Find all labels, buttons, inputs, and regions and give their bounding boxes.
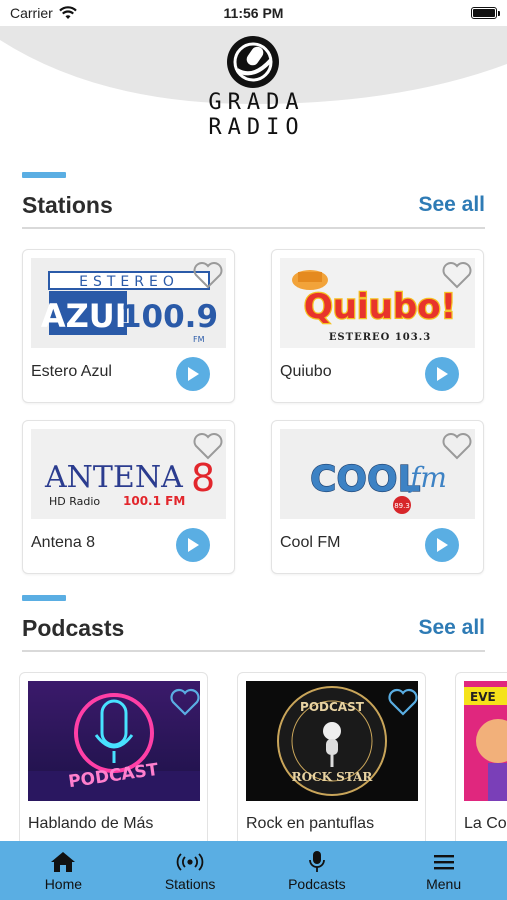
section-divider	[22, 227, 485, 229]
app-header: GRADA RADIO	[0, 26, 507, 158]
svg-text:ESTEREO: ESTEREO	[79, 274, 179, 290]
play-icon	[437, 538, 448, 552]
status-time: 11:56 PM	[223, 5, 284, 21]
stations-see-all-link[interactable]: See all	[418, 193, 485, 217]
podcasts-section-header: Podcasts See all	[22, 595, 485, 652]
stations-title: Stations	[22, 191, 113, 218]
svg-text:Quiubo!: Quiubo!	[304, 287, 456, 327]
section-divider	[22, 650, 485, 652]
svg-text:100.9: 100.9	[120, 299, 218, 335]
podcast-name: Rock en pantuflas	[246, 815, 375, 832]
svg-text:ROCK STAR: ROCK STAR	[292, 770, 374, 784]
nav-podcasts-label: Podcasts	[288, 875, 346, 892]
svg-text:COOL: COOL	[310, 459, 421, 500]
status-bar: Carrier 11:56 PM	[0, 0, 507, 26]
svg-text:89.3: 89.3	[394, 502, 410, 510]
svg-text:ANTENA: ANTENA	[44, 460, 183, 495]
station-name: Estero Azul	[31, 363, 112, 380]
svg-text:FM: FM	[193, 335, 205, 344]
svg-text:8: 8	[191, 456, 215, 500]
favorite-heart-icon[interactable]	[441, 431, 473, 461]
podcasts-see-all-link[interactable]: See all	[418, 616, 485, 640]
play-button[interactable]	[425, 357, 459, 391]
grada-radio-logo: GRADA RADIO	[0, 34, 507, 140]
svg-text:100.1 FM: 100.1 FM	[123, 494, 185, 508]
radio-waves-icon	[176, 852, 204, 871]
station-card-quiubo[interactable]: Quiubo! ESTEREO 103.3 Quiubo	[271, 249, 484, 403]
favorite-heart-icon[interactable]	[387, 687, 419, 717]
podcast-name: La Co	[464, 815, 507, 832]
podcast-card-rock-en-pantuflas[interactable]: PODCAST ROCK STAR Rock en pantuflas	[237, 672, 426, 847]
podcast-card-la-co[interactable]: EVE La Co	[455, 672, 507, 847]
hamburger-icon	[433, 854, 454, 869]
favorite-heart-icon[interactable]	[192, 431, 224, 461]
play-icon	[188, 538, 199, 552]
station-card-estero-azul[interactable]: ESTEREO AZUL 100.9 FM Estero Azul	[22, 249, 235, 403]
favorite-heart-icon[interactable]	[192, 260, 224, 290]
podcasts-title: Podcasts	[22, 614, 125, 641]
station-card-antena-8[interactable]: ANTENA 8 HD Radio 100.1 FM Antena 8	[22, 420, 235, 574]
svg-text:fm: fm	[408, 461, 447, 494]
microphone-icon	[308, 850, 325, 872]
station-name: Quiubo	[280, 363, 332, 380]
station-name: Antena 8	[31, 534, 96, 551]
play-button[interactable]	[176, 357, 210, 391]
nav-home[interactable]: Home	[8, 850, 118, 892]
podcast-name: Hablando de Más	[28, 815, 154, 832]
play-button[interactable]	[425, 528, 459, 562]
podcast-card-hablando-de-mas[interactable]: PODCAST Hablando de Más	[19, 672, 208, 847]
svg-text:ESTEREO 103.3: ESTEREO 103.3	[329, 332, 431, 343]
podcast-cover-la-co: EVE	[464, 681, 507, 801]
svg-text:EVE: EVE	[470, 690, 496, 704]
nav-stations-label: Stations	[164, 875, 216, 892]
nav-menu-label: Menu	[426, 875, 462, 892]
stations-section-header: Stations See all	[22, 172, 485, 229]
station-name: Cool FM	[280, 534, 341, 551]
favorite-heart-icon[interactable]	[441, 260, 473, 290]
nav-stations[interactable]: Stations	[135, 850, 245, 892]
favorite-heart-icon[interactable]	[169, 687, 201, 717]
section-accent-bar	[22, 595, 66, 601]
station-card-cool-fm[interactable]: COOL fm 89.3 Cool FM	[271, 420, 484, 574]
play-icon	[437, 367, 448, 381]
nav-menu[interactable]: Menu	[389, 850, 499, 892]
bottom-navigation: Home Stations Podcasts Menu	[0, 841, 507, 900]
home-icon	[51, 851, 76, 872]
play-icon	[188, 367, 199, 381]
logo-mark-icon	[226, 36, 279, 88]
svg-text:HD Radio: HD Radio	[49, 495, 100, 508]
battery-icon	[471, 7, 500, 19]
svg-text:PODCAST: PODCAST	[300, 700, 365, 714]
logo-text-radio: RADIO	[208, 115, 305, 140]
section-accent-bar	[22, 172, 66, 178]
nav-podcasts[interactable]: Podcasts	[262, 850, 372, 892]
nav-home-label: Home	[44, 875, 83, 892]
play-button[interactable]	[176, 528, 210, 562]
logo-text-grada: GRADA	[208, 90, 305, 115]
